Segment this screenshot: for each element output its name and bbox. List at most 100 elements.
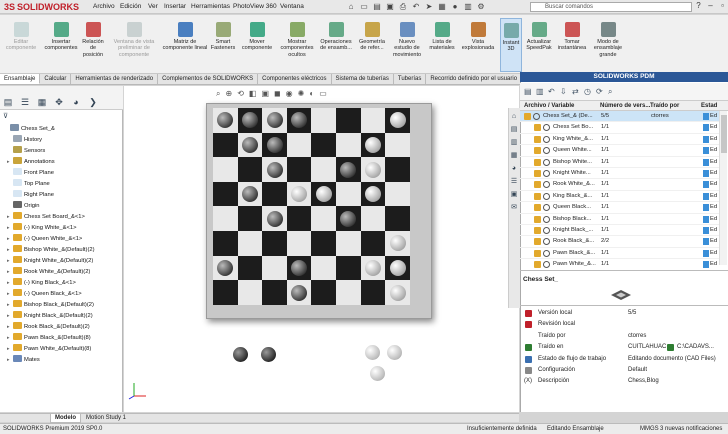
options-gear-icon[interactable]: ⚙ (476, 2, 486, 12)
chess-piece[interactable] (364, 161, 381, 178)
pdm-search-icon[interactable]: ⌕ (608, 87, 612, 97)
tree-item[interactable]: ▸ Annotations (0, 157, 123, 168)
tree-item[interactable]: ▸ Mates (0, 355, 123, 366)
tab-2[interactable]: Herramientas de renderizado (71, 74, 159, 84)
home-icon[interactable]: ⌂ (346, 2, 356, 12)
search-commands-input[interactable]: Buscar comandos (530, 2, 692, 12)
ribbon-btn-5[interactable]: Smart Fasteners (210, 18, 236, 72)
pdm-refresh-icon[interactable]: ⟳ (596, 87, 603, 96)
chess-board-model[interactable] (206, 103, 432, 319)
minimize-icon[interactable]: – (706, 1, 715, 10)
menu-5[interactable]: PhotoView 360 (233, 3, 277, 10)
zoom-area-icon[interactable]: ⊕ (225, 89, 232, 99)
expand-arrow-icon[interactable]: ❯ (88, 97, 98, 107)
loose-chess-piece[interactable] (370, 366, 385, 381)
chess-piece[interactable] (364, 136, 381, 153)
loose-chess-piece[interactable] (387, 345, 402, 360)
dimxpert-icon[interactable]: ✥ (54, 97, 64, 107)
status-notifications[interactable]: 3 nuevas notificaciones (660, 424, 722, 434)
tab-7[interactable]: Recorrido definido por el usuario (426, 74, 523, 84)
hide-show-icon[interactable]: ◉ (286, 89, 293, 99)
ribbon-btn-8[interactable]: Operaciones de ensamb... (318, 18, 354, 72)
chess-piece[interactable] (266, 210, 283, 227)
tree-item[interactable]: History (0, 135, 123, 146)
pdm-splitter[interactable] (520, 270, 728, 271)
appearances-icon[interactable]: ◕ (509, 164, 519, 174)
file-explorer-icon[interactable]: ▥ (509, 138, 519, 148)
tab-6[interactable]: Tuberías (394, 74, 427, 84)
print-icon[interactable]: ⎙ (398, 2, 408, 12)
save-icon[interactable]: ▣ (385, 2, 395, 12)
ribbon-btn-4[interactable]: Matriz de componente lineal (162, 18, 208, 72)
pdm-scroll-thumb[interactable] (721, 115, 727, 153)
chess-piece[interactable] (266, 112, 283, 129)
ribbon-btn-7[interactable]: Mostrar componentes ocultos (278, 18, 316, 72)
section-view-icon[interactable]: ◧ (249, 89, 257, 99)
pdm-row[interactable]: Rook Black_&... 2/2 Ed (520, 236, 720, 248)
pdm-col-file[interactable]: Archivo / Variable (524, 101, 574, 111)
menu-1[interactable]: Edición (120, 3, 141, 10)
tree-item[interactable]: ▸ (-) King Black_&<1> (0, 278, 123, 289)
open-folder-icon[interactable]: ▤ (372, 2, 382, 12)
tree-item[interactable]: ▸ Rook Black_&(Default)(2) (0, 322, 123, 333)
property-manager-icon[interactable]: ☰ (20, 97, 30, 107)
maximize-icon[interactable]: ▫ (718, 1, 727, 10)
chess-piece[interactable] (340, 210, 357, 227)
tab-4[interactable]: Componentes eléctricos (258, 74, 332, 84)
pdm-col-state[interactable]: Estad (701, 101, 717, 111)
menu-4[interactable]: Herramientas (191, 3, 230, 10)
new-doc-icon[interactable]: ▭ (359, 2, 369, 12)
chess-piece[interactable] (389, 259, 406, 276)
tab-1[interactable]: Calcular (40, 74, 72, 84)
tree-item[interactable]: Top Plane (0, 179, 123, 190)
tab-motion-study-1[interactable]: Motion Study 1 (82, 414, 130, 422)
chess-piece[interactable] (266, 161, 283, 178)
loose-chess-piece[interactable] (233, 347, 248, 362)
design-library-icon[interactable]: ▤ (509, 125, 519, 135)
tree-item[interactable]: ▸ Rook White_&(Default)(2) (0, 267, 123, 278)
tree-item[interactable]: ▸ Bishop Black_&(Default)(2) (0, 300, 123, 311)
rebuild-icon[interactable]: ▦ (437, 2, 447, 12)
tree-item[interactable]: Chess Set_& (0, 124, 123, 135)
ribbon-btn-2[interactable]: Relación de posición (80, 18, 106, 72)
menu-0[interactable]: Archivo (93, 3, 115, 10)
filter-icon[interactable]: ⊽ (3, 112, 8, 120)
tree-item[interactable]: ▸ Knight White_&(Default)(2) (0, 256, 123, 267)
tree-item[interactable]: ▸ (-) Queen Black_&<1> (0, 289, 123, 300)
pdm-row[interactable]: Knight White... 1/1 Ed (520, 168, 720, 180)
chess-piece[interactable] (266, 136, 283, 153)
tab-5[interactable]: Sistema de tuberías (332, 74, 394, 84)
display-manager-icon[interactable]: ◕ (71, 97, 81, 107)
chess-piece[interactable] (389, 112, 406, 129)
tab-model[interactable]: Modelo (50, 414, 81, 423)
loose-chess-piece[interactable] (261, 347, 276, 362)
pdm-row[interactable]: Queen Black... 1/1 Ed (520, 202, 720, 214)
ribbon-btn-15[interactable]: Tomar instantánea (556, 18, 588, 72)
ribbon-btn-14[interactable]: Actualizar SpeedPak (524, 18, 554, 72)
chess-piece[interactable] (389, 235, 406, 252)
chess-piece[interactable] (389, 284, 406, 301)
zoom-to-fit-icon[interactable]: ⌕ (216, 89, 220, 99)
configuration-manager-icon[interactable]: ▦ (37, 97, 47, 107)
chess-piece[interactable] (291, 259, 308, 276)
ribbon-btn-13[interactable]: Instant 3D (500, 18, 522, 72)
tab-3[interactable]: Complementos de SOLIDWORKS (158, 74, 259, 84)
pdm-row[interactable]: Chess Set_& (De... 5/5 ctorres Ed (520, 111, 720, 123)
pdm-row[interactable]: Pawn Black_&... 1/1 Ed (520, 248, 720, 260)
view-orientation-icon[interactable]: ▣ (261, 89, 269, 99)
status-units[interactable]: MMGS (640, 424, 659, 434)
ribbon-btn-9[interactable]: Geometría de refer... (355, 18, 389, 72)
pdm-checkout-icon[interactable]: ▥ (536, 87, 544, 96)
feature-tree-icon[interactable]: ▤ (3, 97, 13, 107)
ribbon-btn-6[interactable]: Mover componente (240, 18, 274, 72)
solidworks-logo[interactable]: 3S SOLIDWORKS (4, 2, 79, 12)
ribbon-btn-16[interactable]: Modo de ensamblaje grande (590, 18, 626, 72)
chess-piece[interactable] (364, 186, 381, 203)
menu-6[interactable]: Ventana (280, 3, 304, 10)
view-settings-icon[interactable]: ▭ (319, 89, 327, 99)
pdm-row[interactable]: Knight Black_... 1/1 Ed (520, 225, 720, 237)
pdm-col-checkedby[interactable]: Traído por (650, 101, 679, 111)
apply-scene-icon[interactable]: ◐ (309, 89, 314, 99)
pdm-row[interactable]: Pawn White_&... 1/1 Ed (520, 259, 720, 271)
chess-piece[interactable] (364, 259, 381, 276)
